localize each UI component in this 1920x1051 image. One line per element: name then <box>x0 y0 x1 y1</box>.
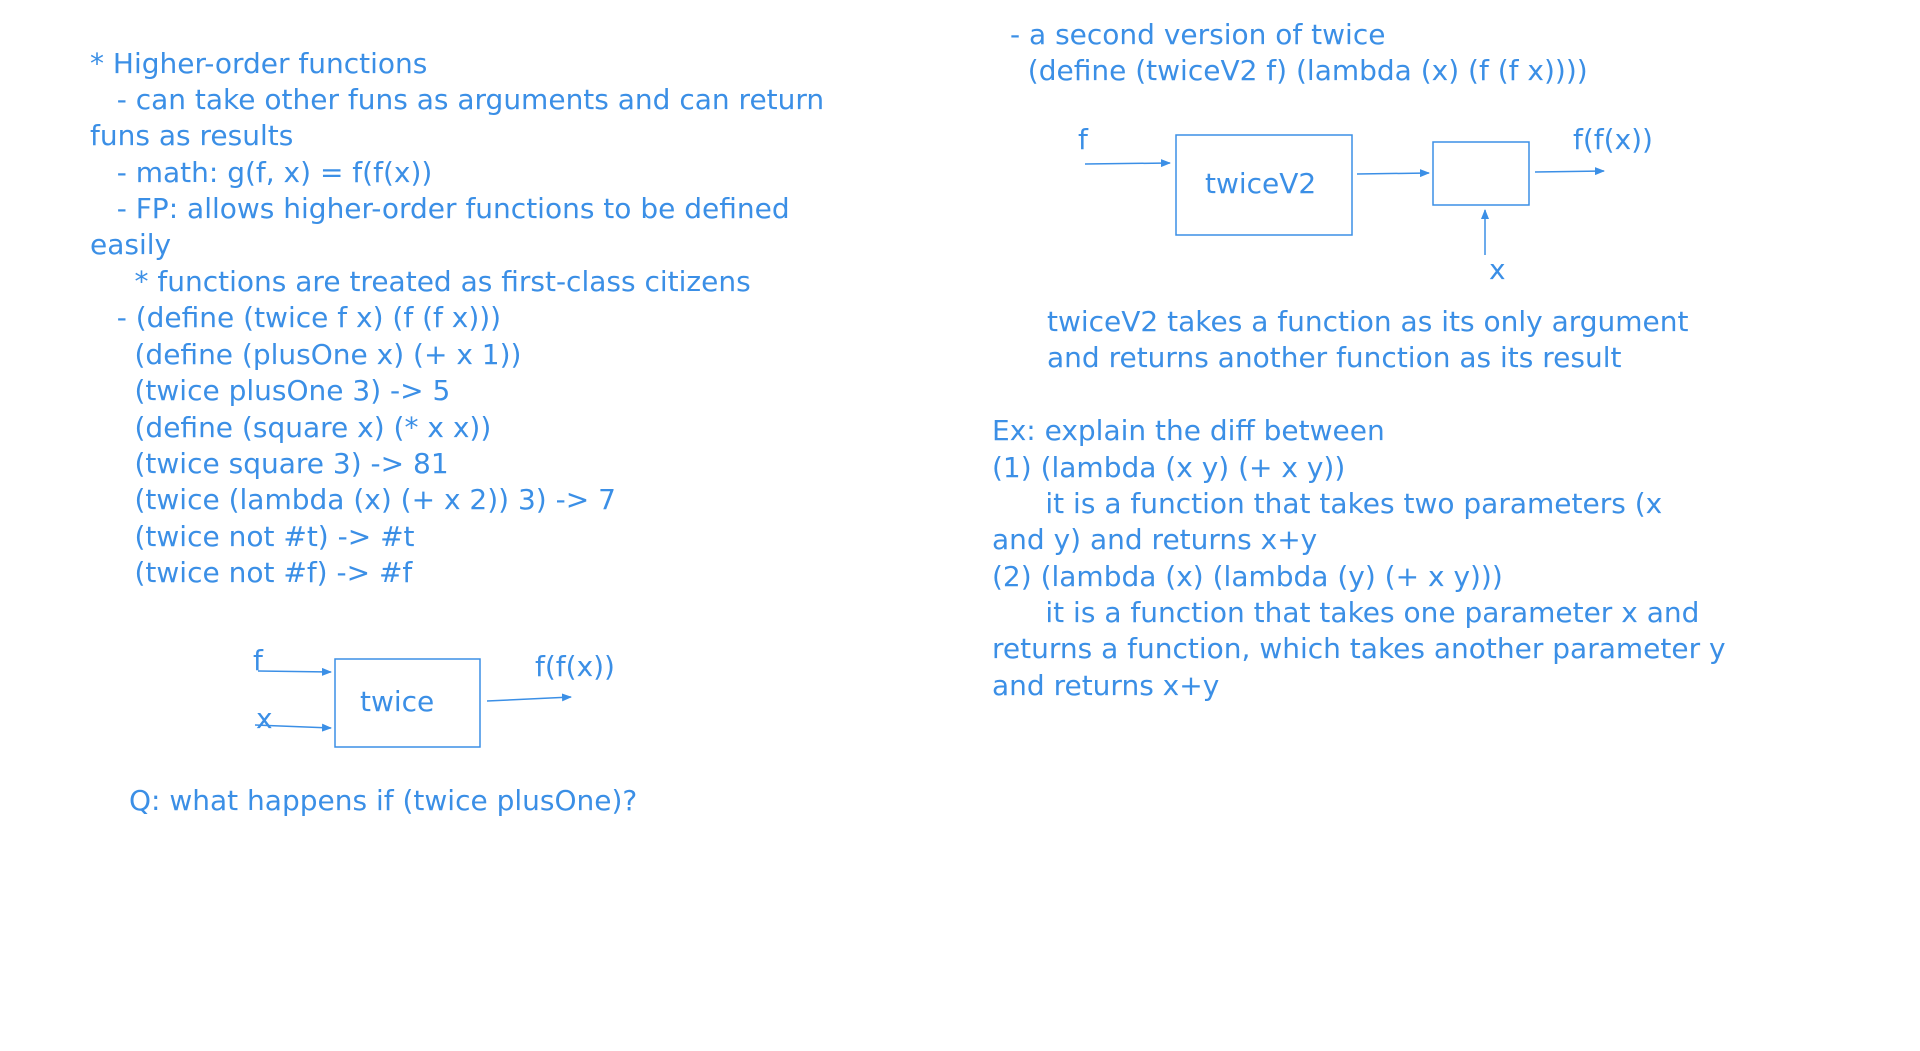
exercise-line: (2) (lambda (x) (lambda (y) (+ x y))) <box>992 560 1503 593</box>
twicev2-input-f-label: f <box>1078 123 1088 156</box>
right-top-line: - a second version of twice <box>1010 18 1386 51</box>
exercise-line: it is a function that takes one paramete… <box>992 596 1700 629</box>
twice-output-arrow <box>486 693 572 702</box>
twice-input-f-label: f <box>253 644 263 677</box>
returned-function-box <box>1432 141 1530 206</box>
exercise-line: Ex: explain the diff between <box>992 414 1385 447</box>
twicev2-box-label: twiceV2 <box>1205 167 1317 200</box>
twice-f-arrow <box>257 667 332 676</box>
returned-output-arrow <box>1534 167 1605 176</box>
twice-input-x-label: x <box>256 702 273 735</box>
exercise-line: and y) and returns x+y <box>992 523 1318 556</box>
twicev2-output-label: f(f(x)) <box>1573 123 1653 156</box>
twice-output-label: f(f(x)) <box>535 650 615 683</box>
returned-input-x-label: x <box>1489 253 1506 286</box>
twice-box-label: twice <box>360 685 435 718</box>
twicev2-f-arrow <box>1084 159 1171 168</box>
twicev2-output-arrow <box>1356 169 1430 178</box>
diagram-canvas <box>254 134 1605 748</box>
twicev2-desc-line: twiceV2 takes a function as its only arg… <box>1047 305 1689 338</box>
exercise-line: it is a function that takes two paramete… <box>992 487 1663 520</box>
right-top-line: (define (twiceV2 f) (lambda (x) (f (f x)… <box>1010 54 1588 87</box>
exercise-line: (1) (lambda (x y) (+ x y)) <box>992 451 1346 484</box>
exercise-line: returns a function, which takes another … <box>992 632 1726 665</box>
twicev2-desc-line: and returns another function as its resu… <box>1047 341 1622 374</box>
exercise-line: and returns x+y <box>992 669 1220 702</box>
question-text: Q: what happens if (twice plusOne)? <box>129 784 638 817</box>
